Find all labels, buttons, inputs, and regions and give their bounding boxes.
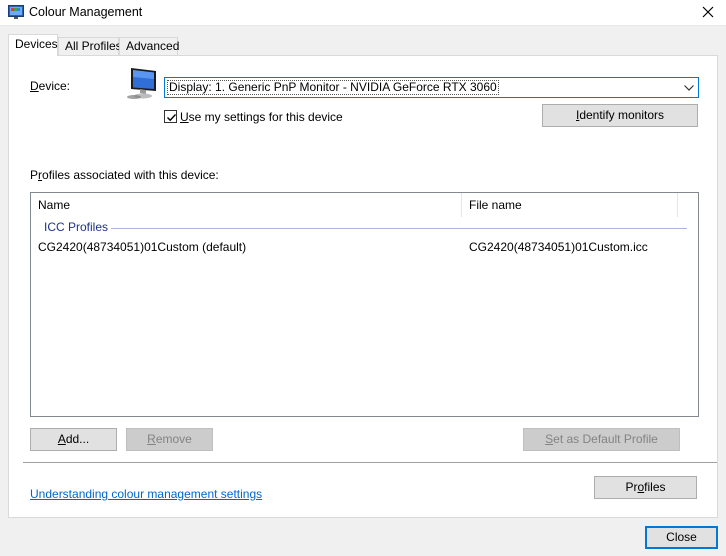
profiles-list[interactable]: Name File name ICC Profiles CG2420(48734… [30, 192, 699, 417]
devices-panel: Device: Display: 1. Generic PnP Monitor … [8, 55, 718, 518]
chevron-down-icon [683, 82, 695, 94]
profile-file-name: CG2420(48734051)01Custom.icc [469, 240, 648, 254]
tab-advanced[interactable]: Advanced [119, 37, 179, 55]
device-dropdown[interactable]: Display: 1. Generic PnP Monitor - NVIDIA… [164, 77, 699, 98]
device-dropdown-value: Display: 1. Generic PnP Monitor - NVIDIA… [167, 80, 499, 95]
tab-all-profiles[interactable]: All Profiles [58, 37, 122, 55]
use-my-settings-checkbox[interactable] [164, 110, 177, 123]
group-divider [111, 228, 687, 229]
window-title: Colour Management [29, 5, 143, 19]
monitor-icon [126, 67, 158, 101]
set-as-default-profile-button[interactable]: Set as Default Profile [523, 428, 680, 451]
close-button[interactable]: Close [645, 526, 718, 549]
device-label: Device: [30, 79, 71, 93]
tab-devices[interactable]: Devices [8, 34, 58, 56]
remove-button[interactable]: Remove [126, 428, 213, 451]
column-header-file-name[interactable]: File name [462, 193, 678, 217]
column-header-name[interactable]: Name [31, 193, 462, 217]
list-item[interactable]: CG2420(48734051)01Custom (default) CG242… [31, 240, 698, 258]
group-header-icc-profiles[interactable]: ICC Profiles [44, 220, 108, 234]
section-divider [23, 462, 717, 463]
title-bar: Colour Management [0, 0, 726, 26]
profiles-associated-label: Profiles associated with this device: [30, 168, 219, 182]
add-button[interactable]: Add... [30, 428, 117, 451]
colour-management-icon [8, 5, 24, 20]
profiles-button[interactable]: Profiles [594, 476, 697, 499]
list-header: Name File name [31, 193, 698, 217]
use-my-settings-label: Use my settings for this device [180, 110, 343, 124]
profile-name: CG2420(48734051)01Custom (default) [38, 240, 247, 254]
understanding-colour-management-link[interactable]: Understanding colour management settings [30, 487, 262, 501]
close-icon[interactable] [700, 4, 716, 20]
identify-monitors-button[interactable]: Identify monitors [542, 104, 698, 127]
